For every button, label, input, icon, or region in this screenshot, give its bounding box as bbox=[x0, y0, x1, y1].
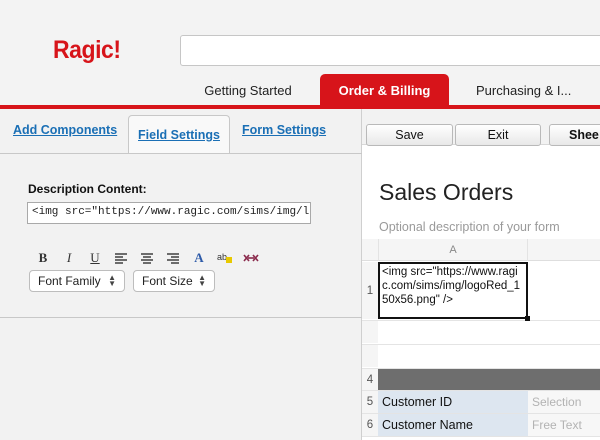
highlight-icon[interactable]: ab bbox=[212, 249, 238, 267]
row-number-blank bbox=[362, 321, 378, 343]
field-type-customer-name[interactable]: Free Text bbox=[528, 414, 600, 436]
form-design-area: Save Exit Shee Sales Orders Optional des… bbox=[362, 109, 600, 440]
search-input[interactable] bbox=[180, 35, 600, 66]
row-number: 5 bbox=[362, 391, 378, 413]
app-header: Ragic! Getting Started Order & Billing P… bbox=[0, 0, 600, 109]
tab-add-components[interactable]: Add Components bbox=[13, 123, 117, 137]
ragic-logo[interactable]: Ragic! bbox=[53, 36, 121, 65]
grid-column-header-row: A bbox=[362, 239, 600, 261]
tab-field-settings-label: Field Settings bbox=[138, 128, 220, 142]
svg-text:ab: ab bbox=[217, 252, 227, 262]
grid-row-divider bbox=[362, 320, 600, 321]
bold-button[interactable]: B bbox=[30, 249, 56, 267]
format-toolbar: B I U A ab bbox=[30, 249, 264, 267]
field-label-customer-id[interactable]: Customer ID bbox=[378, 391, 528, 413]
description-input[interactable]: <img src="https://www.ragic.com/sims/img… bbox=[27, 202, 311, 224]
align-center-icon[interactable] bbox=[134, 249, 160, 267]
panel-tab-divider bbox=[0, 153, 362, 154]
align-right-icon[interactable] bbox=[160, 249, 186, 267]
underline-button[interactable]: U bbox=[82, 249, 108, 267]
tab-getting-started[interactable]: Getting Started bbox=[188, 74, 308, 106]
select-arrows-icon: ▲ ▼ bbox=[198, 273, 206, 288]
editing-cell[interactable]: <img src="https://www.ragic.com/sims/img… bbox=[378, 262, 528, 319]
field-label-customer-name[interactable]: Customer Name bbox=[378, 414, 528, 436]
tab-order-billing[interactable]: Order & Billing bbox=[320, 74, 449, 106]
unlink-icon[interactable] bbox=[238, 249, 264, 267]
form-title[interactable]: Sales Orders bbox=[379, 179, 513, 206]
row-number: 4 bbox=[362, 369, 378, 390]
tab-form-settings[interactable]: Form Settings bbox=[242, 123, 326, 137]
section-header-bar[interactable] bbox=[378, 369, 600, 390]
design-panel: Add Components Field Settings Form Setti… bbox=[0, 109, 362, 440]
font-color-icon[interactable]: A bbox=[186, 249, 212, 267]
exit-button[interactable]: Exit bbox=[455, 124, 541, 146]
font-size-label: Font Size bbox=[142, 274, 193, 288]
description-label: Description Content: bbox=[28, 182, 147, 196]
tab-field-settings[interactable]: Field Settings bbox=[128, 115, 230, 154]
panel-divider bbox=[0, 317, 362, 318]
sheet-button[interactable]: Shee bbox=[549, 124, 600, 146]
font-family-select[interactable]: Font Family ▲ ▼ bbox=[29, 270, 125, 292]
design-toolbar: Save Exit Shee bbox=[362, 109, 600, 146]
row-number: 1 bbox=[362, 262, 378, 319]
row-number: 6 bbox=[362, 414, 378, 436]
cell-resize-handle[interactable] bbox=[525, 316, 530, 321]
select-arrows-icon: ▲ ▼ bbox=[108, 273, 116, 288]
grid-row-divider bbox=[362, 344, 600, 345]
field-type-customer-id[interactable]: Selection bbox=[528, 391, 600, 413]
form-description-placeholder[interactable]: Optional description of your form bbox=[379, 220, 560, 234]
italic-button[interactable]: I bbox=[56, 249, 82, 267]
font-size-select[interactable]: Font Size ▲ ▼ bbox=[133, 270, 215, 292]
tab-purchasing[interactable]: Purchasing & I... bbox=[460, 74, 600, 106]
row-number-blank bbox=[362, 345, 378, 367]
font-family-label: Font Family bbox=[38, 274, 101, 288]
grid-row-divider bbox=[362, 436, 600, 437]
align-left-icon[interactable] bbox=[108, 249, 134, 267]
column-header-a[interactable]: A bbox=[378, 239, 528, 261]
save-button[interactable]: Save bbox=[366, 124, 453, 146]
